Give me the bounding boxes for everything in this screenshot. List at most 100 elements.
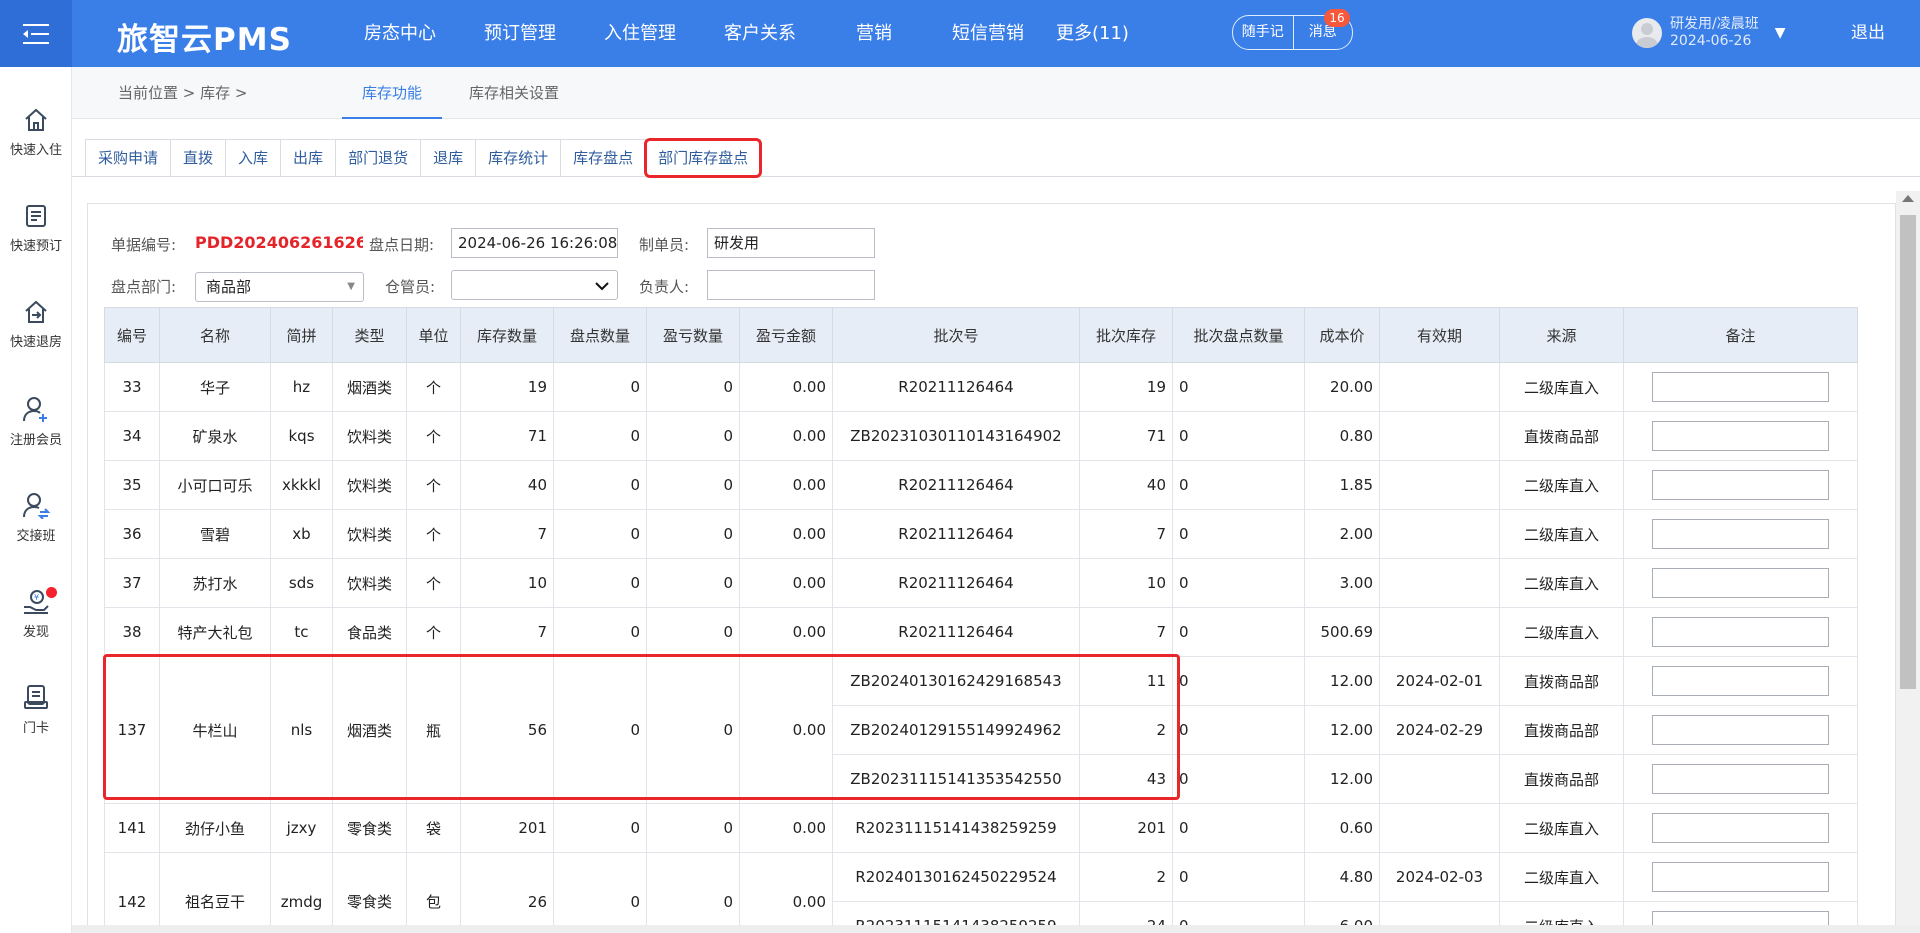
- table-cell: [1379, 754, 1500, 804]
- table-cell: 矿泉水: [159, 411, 271, 461]
- remark-input[interactable]: [1652, 519, 1829, 549]
- table-row: 142 祖名豆干 zmdg 零食类包 26 0 0 0.00 R2024013016245022…: [104, 852, 1858, 932]
- table-cell: 0: [1172, 411, 1305, 461]
- tab-inventory-stats[interactable]: 库存统计: [476, 140, 562, 176]
- sidebar-item-door-card[interactable]: 门卡: [0, 683, 72, 736]
- table-cell: 饮料类: [332, 411, 407, 461]
- remark-input[interactable]: [1652, 470, 1829, 500]
- remark-input[interactable]: [1652, 421, 1829, 451]
- maker-field[interactable]: 研发用: [707, 228, 875, 258]
- breadcrumb-bar: 当前位置 > 库存 > 库存功能 库存相关设置: [72, 67, 1920, 119]
- chevron-down-icon: ▼: [1774, 25, 1786, 41]
- sidebar-item-quick-checkout[interactable]: 快速退房: [0, 299, 72, 350]
- tab-dept-return[interactable]: 部门退货: [336, 140, 422, 176]
- menu-toggle-button[interactable]: [0, 0, 72, 67]
- nav-checkin[interactable]: 入住管理: [580, 0, 700, 67]
- table-cell: 直拨商品部: [1499, 656, 1624, 706]
- table-cell: R20211126464: [832, 362, 1080, 412]
- table-cell: 个: [406, 411, 461, 461]
- remark-cell: [1623, 509, 1858, 559]
- table-cell: 0: [646, 509, 740, 559]
- table-cell: 0: [553, 509, 647, 559]
- nav-room-status[interactable]: 房态中心: [340, 0, 460, 67]
- table-cell: 二级库直入: [1499, 607, 1624, 657]
- sidebar-item-shift-handover[interactable]: 交接班: [0, 491, 72, 544]
- table-cell: 40: [1079, 460, 1173, 510]
- nav-more[interactable]: 更多(11): [1048, 0, 1137, 67]
- dept-label: 盘点部门:: [111, 278, 177, 296]
- table-cell: R20211126464: [832, 509, 1080, 559]
- remark-input[interactable]: [1652, 715, 1829, 745]
- owner-field[interactable]: [707, 270, 875, 300]
- nav-sms[interactable]: 短信营销: [928, 0, 1048, 67]
- table-cell: 33: [104, 362, 160, 412]
- tab-inventory-settings[interactable]: 库存相关设置: [469, 67, 559, 119]
- table-cell: 2024-02-03: [1379, 852, 1500, 902]
- table-cell: 0: [553, 411, 647, 461]
- scroll-up-icon[interactable]: [1902, 195, 1914, 202]
- remark-input[interactable]: [1652, 764, 1829, 794]
- sidebar-label: 注册会员: [9, 433, 62, 448]
- table-cell: sds: [270, 558, 333, 608]
- table-cell: 食品类: [332, 607, 407, 657]
- nav-customer[interactable]: 客户关系: [700, 0, 820, 67]
- dept-select[interactable]: 商品部 ▼: [195, 272, 364, 302]
- tab-inventory-functions[interactable]: 库存功能: [342, 67, 443, 119]
- table-cell: R20231115141438259259: [832, 803, 1080, 853]
- table-cell: 7: [1079, 509, 1173, 559]
- table-cell: 19: [460, 362, 554, 412]
- notes-button[interactable]: 随手记: [1233, 16, 1293, 49]
- column-header: 批次号: [832, 307, 1080, 363]
- table-cell: 2024-02-29: [1379, 705, 1500, 755]
- nav-booking[interactable]: 预订管理: [460, 0, 580, 67]
- nav-marketing[interactable]: 营销: [820, 0, 928, 67]
- tab-stock-in[interactable]: 入库: [226, 140, 282, 176]
- vertical-scrollbar[interactable]: [1896, 191, 1920, 933]
- remark-input[interactable]: [1652, 862, 1829, 892]
- chevron-down-icon: [595, 282, 609, 291]
- remark-input[interactable]: [1652, 666, 1829, 696]
- remark-input[interactable]: [1652, 372, 1829, 402]
- user-menu[interactable]: 研发用/凌晨班 2024-06-26 ▼: [1632, 16, 1786, 50]
- horizontal-scrollbar[interactable]: [72, 925, 1920, 933]
- remark-input[interactable]: [1652, 617, 1829, 647]
- sidebar-item-quick-checkin[interactable]: 快速入住: [0, 107, 72, 158]
- table-cell: 0: [646, 852, 740, 932]
- table-cell: 二级库直入: [1499, 558, 1624, 608]
- booking-list-icon: [26, 205, 46, 227]
- sidebar-item-quick-booking[interactable]: 快速预订: [0, 203, 72, 254]
- table-cell: ZB20231030110143164902: [832, 411, 1080, 461]
- tab-dept-stocktake[interactable]: 部门库存盘点: [644, 138, 763, 178]
- sidebar-label: 交接班: [16, 529, 56, 544]
- sidebar-item-register-member[interactable]: 注册会员: [0, 395, 72, 448]
- table-cell: 0: [553, 607, 647, 657]
- table-cell: 500.69: [1304, 607, 1380, 657]
- tab-stock-out[interactable]: 出库: [281, 140, 337, 176]
- remark-input[interactable]: [1652, 813, 1829, 843]
- table-cell: 7: [1079, 607, 1173, 657]
- tab-purchase-request[interactable]: 采购申请: [86, 140, 172, 176]
- table-cell: 零食类: [332, 803, 407, 853]
- caret-down-icon: ▼: [347, 281, 355, 292]
- remark-cell: [1623, 705, 1858, 755]
- tab-stocktake[interactable]: 库存盘点: [561, 140, 647, 176]
- table-cell: 牛栏山: [159, 656, 271, 804]
- table-cell: R20211126464: [832, 558, 1080, 608]
- table-cell: 二级库直入: [1499, 460, 1624, 510]
- table-cell: R20211126464: [832, 607, 1080, 657]
- tab-return-stock[interactable]: 退库: [421, 140, 477, 176]
- stocktake-date-field[interactable]: 2024-06-26 16:26:08: [451, 228, 618, 258]
- table-cell: 0: [646, 607, 740, 657]
- logout-button[interactable]: 退出: [1851, 0, 1885, 67]
- top-bar: 旅智云PMS 房态中心 预订管理 入住管理 客户关系 营销 短信营销 更多(11…: [0, 0, 1920, 67]
- keeper-select[interactable]: [451, 270, 618, 300]
- table-cell: 直拨商品部: [1499, 754, 1624, 804]
- tab-direct-transfer[interactable]: 直拨: [171, 140, 227, 176]
- table-cell: 10: [460, 558, 554, 608]
- table-cell: 3.00: [1304, 558, 1380, 608]
- remark-input[interactable]: [1652, 568, 1829, 598]
- table-cell: 56: [460, 656, 554, 804]
- sidebar-item-discover[interactable]: ¥ 发现: [0, 587, 72, 640]
- scrollbar-thumb[interactable]: [1900, 215, 1916, 689]
- table-cell: 直拨商品部: [1499, 411, 1624, 461]
